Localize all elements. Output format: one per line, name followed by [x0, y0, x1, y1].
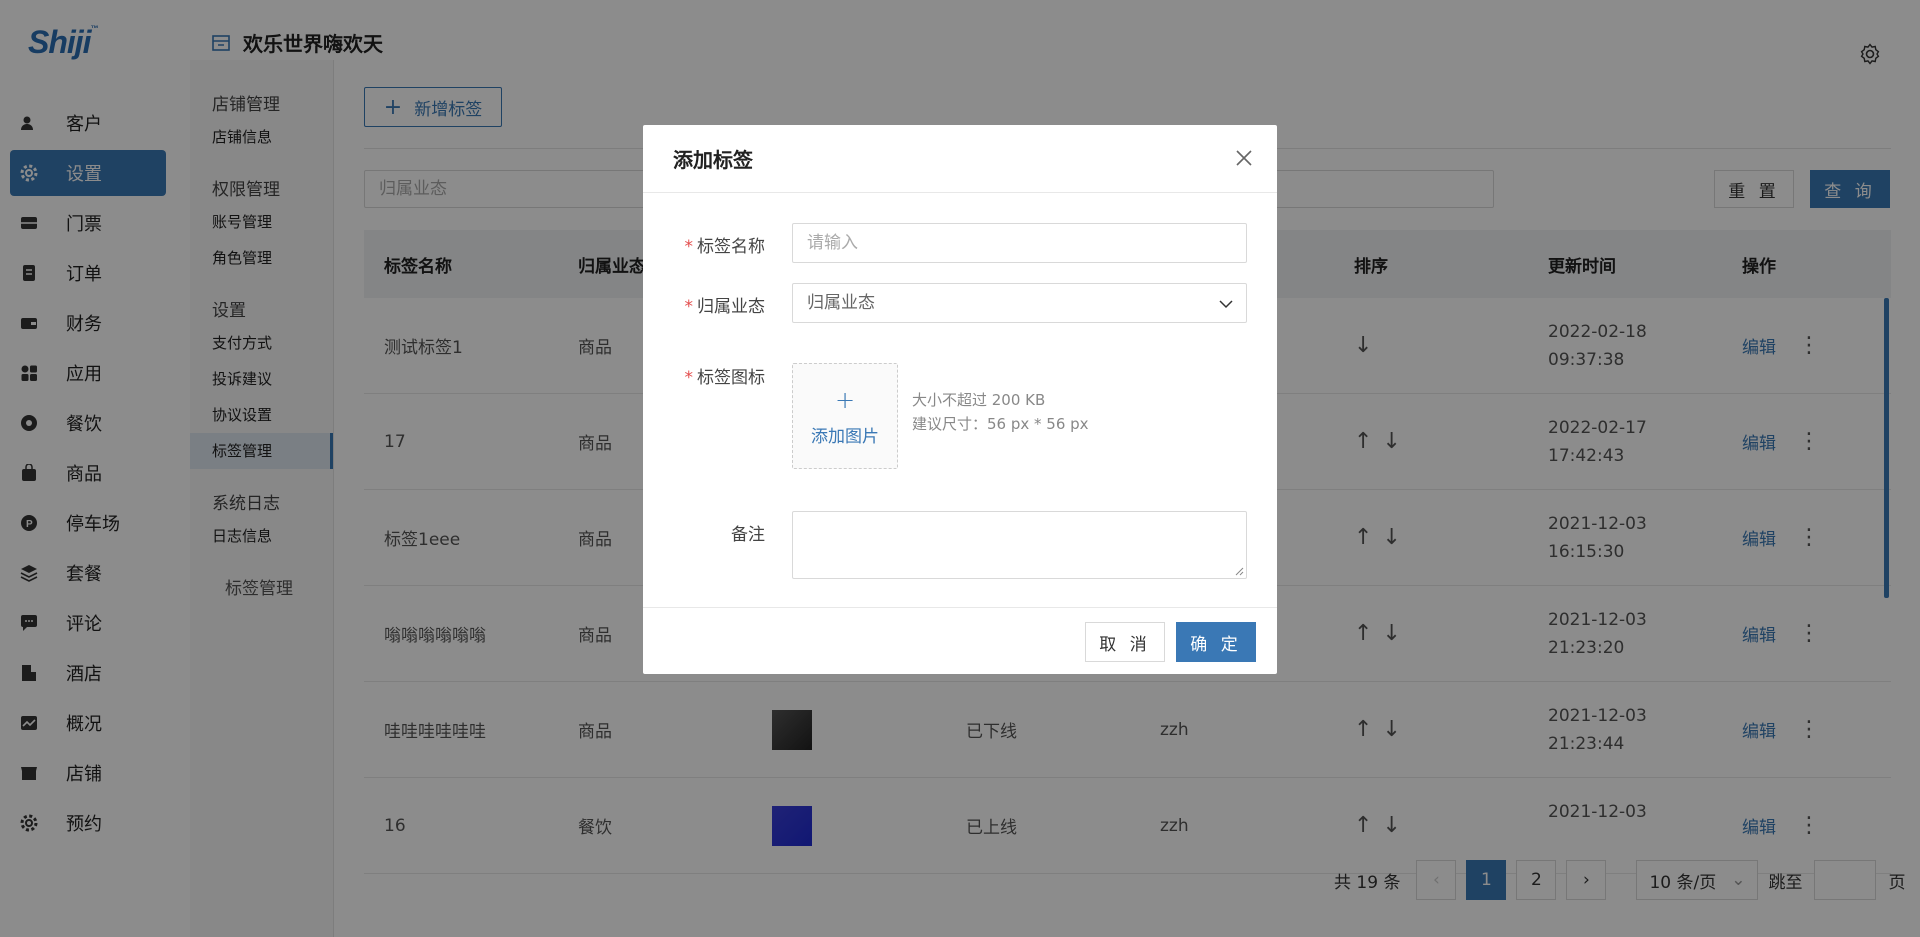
- modal-header: 添加标签: [643, 125, 1277, 193]
- plus-icon: +: [834, 385, 856, 414]
- add-tag-modal: 添加标签 * 标签名称 请输入 * 归属业态 归属业态 * 标签图标 + 添加图片 大…: [643, 125, 1277, 674]
- name-label: * 标签名称: [684, 237, 766, 257]
- resize-handle-icon[interactable]: [1234, 566, 1244, 576]
- confirm-button[interactable]: 确 定: [1176, 622, 1256, 662]
- modal-title: 添加标签: [673, 148, 753, 172]
- biz-label: * 归属业态: [684, 297, 766, 317]
- upload-hint: 大小不超过 200 KB 建议尺寸：56 px * 56 px: [912, 388, 1089, 436]
- hint-size: 大小不超过 200 KB: [912, 391, 1046, 409]
- remark-label: 备注: [731, 525, 765, 545]
- modal-footer: 取 消 确 定: [643, 607, 1277, 674]
- close-icon[interactable]: [1233, 147, 1255, 169]
- remark-textarea[interactable]: [792, 511, 1247, 579]
- biz-select[interactable]: 归属业态: [792, 283, 1247, 323]
- icon-label: * 标签图标: [684, 368, 766, 388]
- chevron-down-icon: [1219, 300, 1233, 309]
- cancel-button[interactable]: 取 消: [1085, 622, 1165, 662]
- tag-name-input[interactable]: 请输入: [792, 223, 1247, 263]
- upload-image-button[interactable]: + 添加图片: [792, 363, 898, 469]
- upload-label: 添加图片: [811, 426, 879, 447]
- biz-select-value: 归属业态: [807, 293, 875, 313]
- hint-dimension: 建议尺寸：56 px * 56 px: [912, 415, 1089, 433]
